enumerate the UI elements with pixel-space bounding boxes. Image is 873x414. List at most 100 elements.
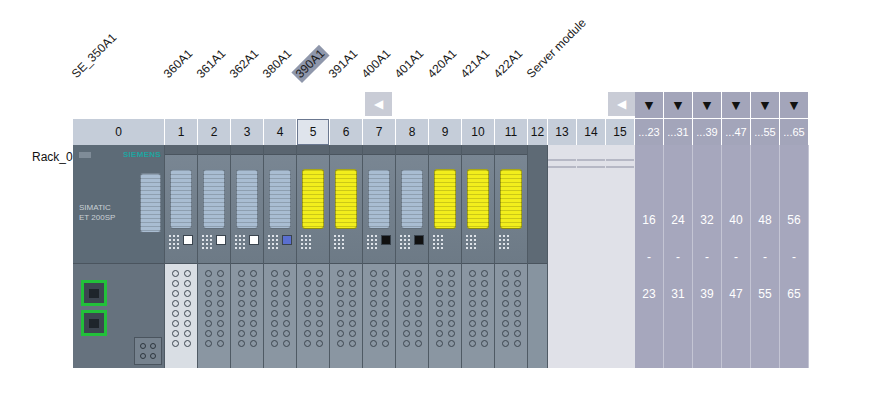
module-label[interactable]: 400A1	[357, 45, 395, 83]
slot-group-header[interactable]: ...65	[780, 119, 809, 145]
terminal	[283, 340, 290, 347]
expand-toggle[interactable]: ▼	[780, 92, 809, 118]
expand-toggle[interactable]: ▼	[635, 92, 664, 118]
module-label[interactable]: 422A1	[489, 45, 527, 83]
slot-header[interactable]: 5	[297, 119, 330, 145]
module-label[interactable]: SE_350A1	[67, 29, 121, 83]
module-label[interactable]: 362A1	[225, 45, 263, 83]
module-label[interactable]: 421A1	[456, 45, 494, 83]
slot-header[interactable]: 6	[330, 119, 363, 145]
arrow-cell	[231, 91, 264, 118]
slot-group[interactable]: 56-65	[780, 145, 809, 368]
slot-header[interactable]: 3	[231, 119, 264, 145]
ethernet-port-icon[interactable]	[81, 280, 107, 306]
led	[371, 247, 373, 249]
io-module[interactable]	[264, 145, 297, 368]
slot-header[interactable]: 0	[73, 119, 165, 145]
scroll-left-button[interactable]: ◀	[608, 92, 635, 116]
module-label[interactable]: Server module	[522, 14, 591, 83]
terminal	[238, 290, 245, 297]
expand-toggle[interactable]: ▼	[751, 92, 780, 118]
server-module[interactable]	[528, 145, 548, 368]
slot-group[interactable]: 16-23	[635, 145, 664, 368]
led	[503, 243, 505, 245]
io-module[interactable]	[462, 145, 495, 368]
led	[268, 235, 270, 237]
module-label[interactable]: 401A1	[390, 45, 428, 83]
slot-header[interactable]: 12	[528, 119, 548, 145]
io-module[interactable]	[363, 145, 396, 368]
slot-header[interactable]: 9	[429, 119, 462, 145]
power-connector-icon	[134, 337, 162, 365]
terminal	[448, 310, 455, 317]
led	[474, 247, 476, 249]
slot-group[interactable]: 24-31	[664, 145, 693, 368]
io-module[interactable]	[495, 145, 528, 368]
slot-header[interactable]: 10	[462, 119, 495, 145]
arrow-cell	[198, 91, 231, 118]
scroll-left-button[interactable]: ◀	[365, 92, 392, 116]
slot-group[interactable]: 40-47	[722, 145, 751, 368]
module-head	[396, 145, 428, 155]
terminal	[271, 270, 278, 277]
module-label[interactable]: 380A1	[258, 45, 296, 83]
io-module[interactable]	[330, 145, 363, 368]
led	[239, 247, 241, 249]
slot-group[interactable]: 48-55	[751, 145, 780, 368]
base-unit	[495, 264, 527, 368]
base-unit	[198, 264, 230, 368]
terminal	[415, 330, 422, 337]
terminal	[481, 270, 488, 277]
io-module[interactable]	[396, 145, 429, 368]
slot-header[interactable]: 2	[198, 119, 231, 145]
led-area	[429, 229, 461, 249]
terminal	[304, 270, 311, 277]
slot-header[interactable]: 14	[577, 119, 606, 145]
empty-slot[interactable]	[606, 145, 635, 368]
empty-slot[interactable]	[577, 145, 606, 368]
slot-group-header[interactable]: ...23	[635, 119, 664, 145]
terminal	[205, 290, 212, 297]
module-label[interactable]: 361A1	[192, 45, 230, 83]
module-label[interactable]: 391A1	[324, 45, 362, 83]
module-label[interactable]: 420A1	[423, 45, 461, 83]
status-leds	[235, 235, 245, 249]
io-module[interactable]	[231, 145, 264, 368]
led	[470, 235, 472, 237]
terminal	[337, 320, 344, 327]
led	[367, 235, 369, 237]
terminal	[514, 310, 521, 317]
slot-header[interactable]: 1	[165, 119, 198, 145]
expand-toggle[interactable]: ▼	[693, 92, 722, 118]
slot-group[interactable]: 32-39	[693, 145, 722, 368]
led-area	[231, 229, 263, 249]
expand-toggle[interactable]: ▼	[722, 92, 751, 118]
io-module[interactable]	[297, 145, 330, 368]
slot-header[interactable]: 7	[363, 119, 396, 145]
slot-header[interactable]: 15	[606, 119, 635, 145]
io-module[interactable]	[198, 145, 231, 368]
server-module-base	[528, 264, 547, 368]
interface-module[interactable]: SIEMENSSIMATICET 200SP	[73, 145, 165, 368]
io-module[interactable]	[165, 145, 198, 368]
slot-group-header[interactable]: ...47	[722, 119, 751, 145]
slot-header[interactable]: 13	[548, 119, 577, 145]
terminal	[283, 300, 290, 307]
slot-header[interactable]: 4	[264, 119, 297, 145]
module-label[interactable]: 360A1	[159, 45, 197, 83]
empty-slot[interactable]	[548, 145, 577, 368]
module-label[interactable]: 390A1	[291, 45, 329, 83]
expand-toggle[interactable]: ▼	[664, 92, 693, 118]
terminal	[448, 300, 455, 307]
slot-header[interactable]: 11	[495, 119, 528, 145]
module-head	[264, 145, 296, 155]
slot-label-cell: 391A1	[330, 0, 363, 91]
ethernet-port-icon[interactable]	[81, 310, 107, 336]
slot-group-header[interactable]: ...39	[693, 119, 722, 145]
slot-group-header[interactable]: ...31	[664, 119, 693, 145]
label-strip	[170, 169, 192, 229]
io-module[interactable]	[429, 145, 462, 368]
terminal	[205, 300, 212, 307]
slot-group-header[interactable]: ...55	[751, 119, 780, 145]
slot-header[interactable]: 8	[396, 119, 429, 145]
